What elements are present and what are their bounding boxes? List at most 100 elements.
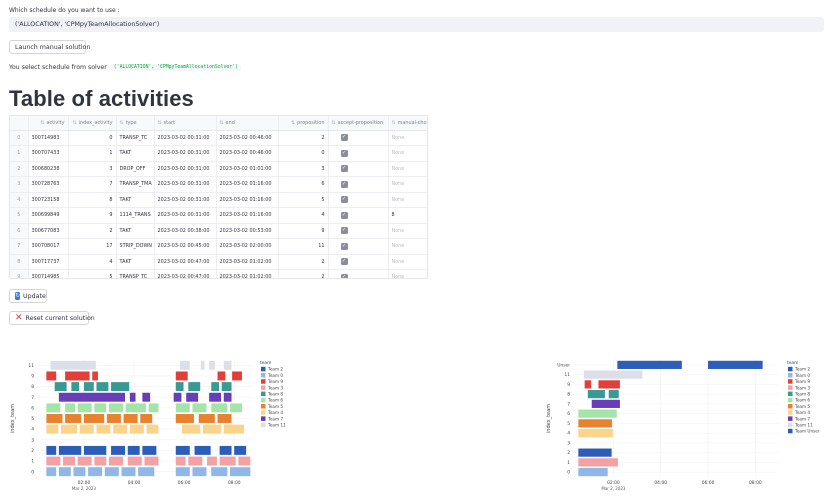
checkbox-checked-icon[interactable]: ✓ bbox=[340, 258, 348, 266]
table-row[interactable]: 2 300680238 3 DROP_OFF 2023-03-02 00:31:00 20… bbox=[10, 161, 427, 177]
checkbox-checked-icon[interactable]: ✓ bbox=[340, 180, 348, 188]
gantt-bar[interactable] bbox=[54, 382, 67, 392]
gantt-bar[interactable] bbox=[584, 380, 592, 389]
gantt-bar[interactable] bbox=[223, 360, 232, 370]
legend-swatch[interactable] bbox=[261, 391, 266, 397]
gantt-chart-left[interactable]: 0 1 2 3 4 5 6 7 8 9 11 02:00 04:00 06:00 08:00 Mar 2, 2… bbox=[10, 352, 310, 497]
gantt-bar[interactable] bbox=[142, 445, 157, 455]
gantt-bar[interactable] bbox=[192, 403, 207, 413]
checkbox-checked-icon[interactable]: ✓ bbox=[340, 134, 348, 142]
schedule-select[interactable]: ('ALLOCATION', 'CPMpyTeamAllocationSolve… bbox=[9, 17, 824, 32]
gantt-bar[interactable] bbox=[46, 445, 57, 455]
legend-swatch[interactable] bbox=[261, 422, 266, 428]
legend-swatch[interactable] bbox=[261, 404, 266, 409]
gantt-bar[interactable] bbox=[200, 360, 205, 370]
legend-swatch[interactable] bbox=[788, 404, 793, 409]
gantt-bar[interactable] bbox=[708, 360, 763, 369]
legend-swatch[interactable] bbox=[788, 373, 793, 378]
gantt-bar[interactable] bbox=[192, 467, 207, 477]
gantt-bar[interactable] bbox=[146, 424, 159, 434]
gantt-bar[interactable] bbox=[209, 360, 215, 370]
checkbox-checked-icon[interactable]: ✓ bbox=[340, 149, 348, 157]
gantt-bar[interactable] bbox=[142, 392, 151, 402]
table-row[interactable]: 4 300723158 8 TAKT 2023-03-02 00:31:00 2023-0… bbox=[10, 192, 427, 208]
gantt-bar[interactable] bbox=[175, 445, 190, 455]
gantt-bar[interactable] bbox=[46, 424, 59, 434]
column-header[interactable]: ⇅ start bbox=[154, 116, 217, 131]
legend-swatch[interactable] bbox=[788, 422, 793, 428]
table-cell-accept[interactable]: ✓ bbox=[328, 192, 389, 208]
gantt-bar[interactable] bbox=[83, 414, 105, 423]
table-cell-manual[interactable]: None bbox=[388, 130, 427, 146]
gantt-bar[interactable] bbox=[65, 403, 75, 413]
table-cell-manual[interactable]: 8 bbox=[388, 207, 427, 224]
table-cell-manual[interactable]: None bbox=[388, 161, 427, 177]
table-cell-manual[interactable]: None bbox=[388, 176, 427, 193]
legend-item[interactable]: Team 2 bbox=[794, 367, 810, 372]
gantt-bar[interactable] bbox=[92, 371, 98, 381]
legend-item[interactable]: Team 4 bbox=[267, 410, 283, 415]
gantt-bar[interactable] bbox=[230, 467, 251, 477]
gantt-bar[interactable] bbox=[106, 414, 121, 423]
table-row[interactable]: 8 300717737 4 TAKT 2023-03-02 00:47:00 2023-0… bbox=[10, 254, 427, 270]
table-row[interactable]: 1 300707433 1 TAKT 2023-03-02 00:31:00 2023-0… bbox=[10, 145, 427, 162]
table-cell-manual[interactable]: None bbox=[388, 145, 427, 162]
gantt-bar[interactable] bbox=[188, 456, 203, 466]
gantt-bar[interactable] bbox=[194, 445, 211, 455]
checkbox-checked-icon[interactable]: ✓ bbox=[340, 211, 348, 219]
gantt-bar[interactable] bbox=[96, 382, 109, 392]
gantt-bar[interactable] bbox=[217, 414, 232, 423]
gantt-bar[interactable] bbox=[202, 424, 222, 434]
gantt-bar[interactable] bbox=[50, 360, 96, 370]
table-cell-accept[interactable]: ✓ bbox=[328, 238, 389, 255]
legend-item[interactable]: Team 5 bbox=[267, 404, 283, 409]
gantt-bar[interactable] bbox=[182, 424, 201, 434]
activities-table[interactable]: ⇅ activity ⇅ index_activity ⇅ type ⇅ start ⇅ end ⇅… bbox=[9, 115, 428, 279]
gantt-bar[interactable] bbox=[175, 467, 190, 477]
checkbox-checked-icon[interactable]: ✓ bbox=[340, 227, 348, 235]
legend-swatch[interactable] bbox=[261, 379, 266, 384]
gantt-bar[interactable] bbox=[83, 382, 94, 392]
legend-item[interactable]: Team 5 bbox=[794, 404, 810, 409]
gantt-bar[interactable] bbox=[88, 467, 103, 477]
gantt-bar[interactable] bbox=[129, 424, 144, 434]
gantt-bar[interactable] bbox=[583, 370, 643, 379]
column-header[interactable]: ⇅ proposition bbox=[278, 116, 329, 131]
table-cell-accept[interactable]: ✓ bbox=[328, 207, 389, 224]
legend-swatch[interactable] bbox=[261, 385, 266, 390]
gantt-bar[interactable] bbox=[58, 467, 71, 477]
gantt-bar[interactable] bbox=[188, 382, 201, 392]
legend-item[interactable]: Team 0 bbox=[794, 373, 810, 378]
legend-swatch[interactable] bbox=[788, 379, 793, 384]
legend-item[interactable]: Team 6 bbox=[794, 398, 810, 403]
table-cell-accept[interactable]: ✓ bbox=[328, 176, 389, 193]
gantt-bar[interactable] bbox=[127, 445, 140, 455]
legend-swatch[interactable] bbox=[261, 373, 266, 378]
table-cell-accept[interactable]: ✓ bbox=[328, 145, 389, 162]
gantt-bar[interactable] bbox=[175, 456, 186, 466]
legend-swatch[interactable] bbox=[261, 410, 266, 415]
gantt-bar[interactable] bbox=[129, 392, 136, 402]
gantt-bar[interactable] bbox=[77, 403, 92, 413]
column-header[interactable]: ⇅ activity bbox=[28, 116, 69, 131]
table-cell-manual[interactable]: None bbox=[388, 254, 427, 270]
table-row[interactable]: 5 300699849 9 1114_TRANS 2023-03-02 00:31:00… bbox=[10, 207, 427, 224]
gantt-bar[interactable] bbox=[111, 445, 126, 455]
column-header[interactable]: ⇅ type bbox=[116, 116, 155, 131]
table-cell-manual[interactable]: None bbox=[388, 269, 427, 278]
gantt-bar[interactable] bbox=[587, 390, 605, 399]
checkbox-checked-icon[interactable]: ✓ bbox=[340, 196, 348, 204]
gantt-bar[interactable] bbox=[73, 467, 86, 477]
reset-button[interactable]: ✕ Reset current solution bbox=[9, 311, 95, 325]
gantt-bar[interactable] bbox=[60, 424, 78, 434]
gantt-bar[interactable] bbox=[234, 445, 247, 455]
gantt-bar[interactable] bbox=[578, 448, 612, 457]
table-cell-accept[interactable]: ✓ bbox=[328, 223, 389, 239]
gantt-bar[interactable] bbox=[144, 456, 159, 466]
gantt-bar[interactable] bbox=[175, 382, 184, 392]
gantt-bar[interactable] bbox=[46, 456, 61, 466]
gantt-bar[interactable] bbox=[175, 371, 188, 381]
gantt-bar[interactable] bbox=[46, 371, 57, 381]
table-cell-accept[interactable]: ✓ bbox=[328, 130, 389, 146]
gantt-bar[interactable] bbox=[219, 456, 236, 466]
